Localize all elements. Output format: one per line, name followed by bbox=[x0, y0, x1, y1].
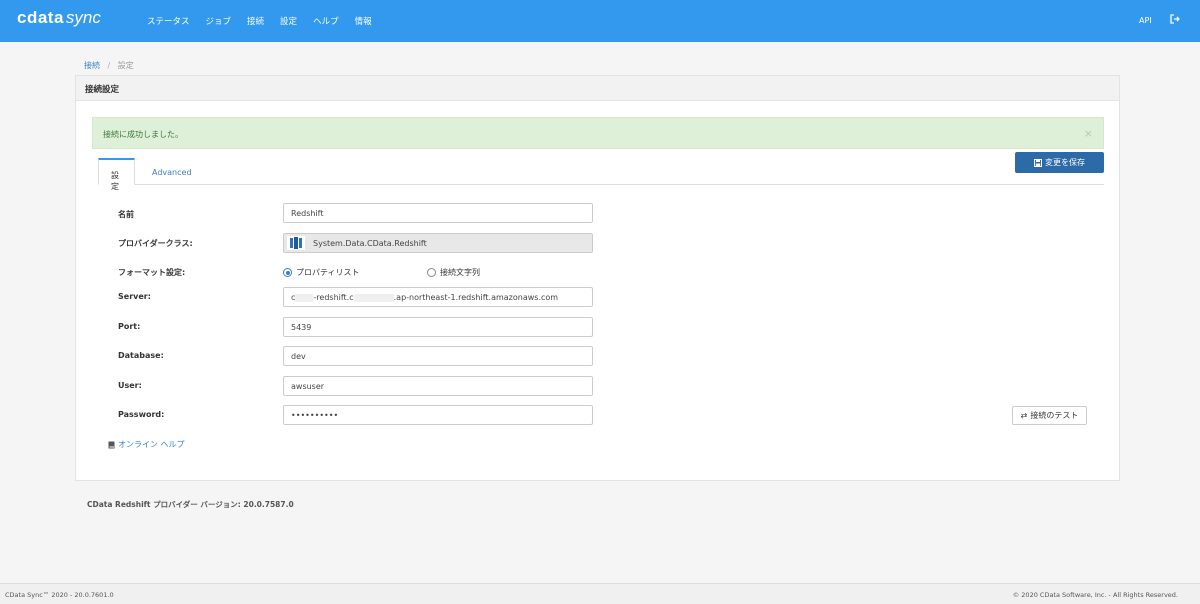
server-value-end: .ap-northeast-1.redshift.amazonaws.com bbox=[393, 293, 559, 302]
redacted-block bbox=[353, 293, 394, 302]
tab-settings-label: 設定 bbox=[111, 171, 119, 191]
online-help-link[interactable]: オンライン ヘルプ bbox=[108, 439, 185, 450]
book-icon bbox=[108, 441, 115, 448]
name-input-value: Redshift bbox=[291, 209, 324, 218]
redacted-block bbox=[295, 293, 314, 302]
footer-copyright: © 2020 CData Software, Inc. - All Rights… bbox=[1012, 591, 1178, 599]
nav-item-help[interactable]: ヘルプ bbox=[313, 15, 339, 27]
server-label: Server: bbox=[118, 292, 151, 301]
radio-selected-icon[interactable] bbox=[283, 268, 292, 277]
provider-version-text: CData Redshift プロバイダー バージョン: 20.0.7587.0 bbox=[87, 500, 294, 509]
logo-text-sync: sync bbox=[65, 8, 101, 27]
nav-item-status[interactable]: ステータス bbox=[147, 15, 190, 27]
user-input-value: awsuser bbox=[291, 382, 325, 391]
cdata-sync-logo[interactable]: cdata sync bbox=[17, 8, 101, 28]
format-label: フォーマット設定: bbox=[118, 268, 186, 277]
alert-close-icon[interactable]: × bbox=[1084, 127, 1093, 140]
tab-advanced-label: Advanced bbox=[152, 168, 192, 177]
breadcrumb: 接続 / 設定 bbox=[84, 60, 134, 71]
user-label: User: bbox=[118, 381, 142, 390]
format-option-properties[interactable]: プロパティリスト bbox=[283, 267, 360, 278]
footer: CData Sync™ 2020 - 20.0.7601.0 © 2020 CD… bbox=[0, 583, 1200, 604]
provider-class-value: System.Data.CData.Redshift bbox=[313, 239, 427, 248]
port-input[interactable]: 5439 bbox=[283, 317, 593, 337]
name-label: 名前 bbox=[118, 210, 134, 219]
top-navbar: cdata sync ステータス ジョブ 接続 設定 ヘルプ 情報 API bbox=[0, 0, 1200, 42]
breadcrumb-separator: / bbox=[107, 61, 111, 70]
database-label: Database: bbox=[118, 351, 164, 360]
server-input[interactable]: c -redshift.c .ap-northeast-1.redshift.ama… bbox=[283, 287, 593, 307]
name-input[interactable]: Redshift bbox=[283, 203, 593, 223]
api-link[interactable]: API bbox=[1139, 16, 1152, 25]
password-label: Password: bbox=[118, 410, 165, 419]
nav-item-settings[interactable]: 設定 bbox=[280, 15, 297, 27]
port-input-value: 5439 bbox=[291, 323, 312, 332]
card-title: 接続設定 bbox=[76, 76, 1119, 101]
tab-settings[interactable]: 設定 bbox=[98, 158, 135, 191]
nav-item-info[interactable]: 情報 bbox=[355, 15, 372, 27]
database-input-value: dev bbox=[291, 352, 306, 361]
connection-settings-card: 接続設定 接続に成功しました。 × 設定 Advanced 変更を保存 名前 R… bbox=[75, 75, 1120, 481]
radio-unselected-icon[interactable] bbox=[427, 268, 436, 277]
format-option-properties-label: プロパティリスト bbox=[296, 268, 360, 277]
password-input-value: •••••••••• bbox=[291, 411, 339, 420]
nav-item-connections[interactable]: 接続 bbox=[247, 15, 264, 27]
save-icon bbox=[1034, 158, 1042, 167]
nav-item-jobs[interactable]: ジョブ bbox=[206, 15, 232, 27]
database-input[interactable]: dev bbox=[283, 346, 593, 366]
provider-class-label: プロバイダークラス: bbox=[118, 239, 193, 248]
port-label: Port: bbox=[118, 322, 141, 331]
provider-class-field: System.Data.CData.Redshift bbox=[283, 233, 593, 253]
footer-version: CData Sync™ 2020 - 20.0.7601.0 bbox=[5, 591, 114, 599]
test-connection-label: 接続のテスト bbox=[1030, 411, 1079, 420]
redshift-icon bbox=[287, 236, 305, 250]
format-option-connection-string[interactable]: 接続文字列 bbox=[427, 267, 480, 278]
breadcrumb-current: 設定 bbox=[117, 61, 134, 70]
swap-arrows-icon: ⇄ bbox=[1020, 411, 1028, 420]
server-value-mid: -redshift.c bbox=[313, 293, 354, 302]
online-help-label: オンライン ヘルプ bbox=[118, 440, 185, 449]
success-alert: 接続に成功しました。 × bbox=[92, 117, 1104, 149]
password-input[interactable]: •••••••••• bbox=[283, 405, 593, 425]
settings-tabs: 設定 Advanced bbox=[98, 158, 1104, 191]
breadcrumb-connections[interactable]: 接続 bbox=[84, 61, 100, 70]
save-changes-button[interactable]: 変更を保存 bbox=[1015, 152, 1104, 173]
user-input[interactable]: awsuser bbox=[283, 376, 593, 396]
logout-icon[interactable] bbox=[1169, 13, 1181, 25]
test-connection-button[interactable]: ⇄ 接続のテスト bbox=[1012, 406, 1087, 425]
main-nav: ステータス ジョブ 接続 設定 ヘルプ 情報 bbox=[147, 15, 388, 27]
format-option-connection-string-label: 接続文字列 bbox=[440, 268, 480, 277]
logo-text-cdata: cdata bbox=[17, 8, 64, 27]
tab-advanced[interactable]: Advanced bbox=[140, 158, 204, 185]
alert-message: 接続に成功しました。 bbox=[103, 130, 183, 139]
save-button-label: 変更を保存 bbox=[1045, 158, 1085, 167]
